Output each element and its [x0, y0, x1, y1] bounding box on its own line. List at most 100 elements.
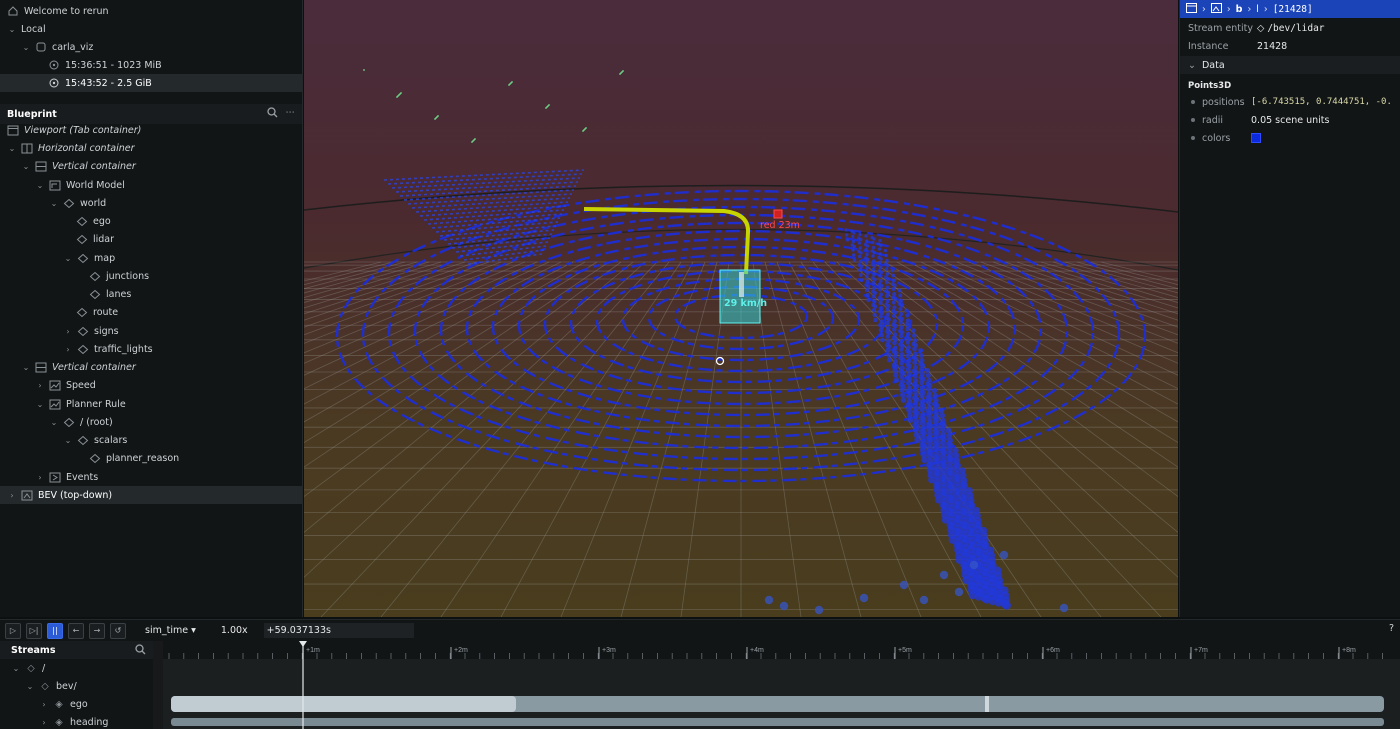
- streams-panel: Streams ⌄ ◇ / ⌄ ◇ bev/ › ◈ ego › ◈ headi…: [0, 641, 153, 729]
- chevron-right-icon[interactable]: ›: [35, 381, 45, 390]
- selection-panel: › › b › l › [21428] Stream entity ◇ /bev…: [1179, 0, 1400, 617]
- chevron-down-icon[interactable]: ⌄: [21, 162, 31, 171]
- blueprint-item-route[interactable]: route: [0, 303, 302, 321]
- search-icon[interactable]: [266, 107, 278, 121]
- blueprint-item-viewport-tab-container[interactable]: Viewport (Tab container): [0, 121, 302, 139]
- timeline-area[interactable]: +1m +2m +3m +4m +5m +6m +7m +8m: [153, 641, 1400, 729]
- blueprint-item-label: scalars: [94, 434, 128, 446]
- lidar-point: [885, 307, 890, 312]
- blueprint-item-ego[interactable]: ego: [0, 212, 302, 230]
- blueprint-item-events[interactable]: › Events: [0, 468, 302, 486]
- chevron-right-icon[interactable]: ›: [35, 473, 45, 482]
- welcome-item[interactable]: Welcome to rerun: [0, 2, 302, 20]
- breadcrumb-bev[interactable]: b: [1236, 4, 1243, 15]
- chevron-right-icon[interactable]: ›: [39, 700, 49, 709]
- lidar-point: [878, 314, 883, 319]
- breadcrumb-instance[interactable]: [21428]: [1273, 4, 1313, 15]
- blueprint-item-traffic-lights[interactable]: › traffic_lights: [0, 340, 302, 358]
- breadcrumb-lidar[interactable]: l: [1256, 4, 1259, 15]
- blueprint-item-lidar[interactable]: lidar: [0, 230, 302, 248]
- lidar-point: [872, 264, 877, 268]
- blueprint-item-planner-rule[interactable]: ⌄ Planner Rule: [0, 395, 302, 413]
- lidar-point: [857, 241, 862, 245]
- lidar-point: [892, 296, 898, 302]
- blueprint-item-planner-reason[interactable]: planner_reason: [0, 449, 302, 467]
- component-colors[interactable]: colors: [1188, 129, 1400, 147]
- component-positions[interactable]: positions [-6.743515, 0.7444751, -0.: [1188, 93, 1400, 111]
- play-button[interactable]: ▷: [5, 622, 21, 639]
- grid-line: [620, 261, 718, 617]
- view2d-icon[interactable]: [1210, 2, 1222, 16]
- local-group[interactable]: ⌄ Local: [0, 20, 302, 38]
- blueprint-item-scalars[interactable]: ⌄ scalars: [0, 431, 302, 449]
- window-icon[interactable]: [1186, 2, 1197, 16]
- chevron-down-icon[interactable]: ⌄: [25, 682, 35, 691]
- current-time-field[interactable]: +59.037133s: [263, 623, 414, 638]
- step-play-button[interactable]: ▷|: [26, 622, 42, 639]
- step-back-button[interactable]: ←: [68, 622, 84, 639]
- chevron-down-icon[interactable]: ⌄: [63, 436, 73, 445]
- app-group[interactable]: ⌄ carla_viz: [0, 38, 302, 56]
- lidar-point: [858, 268, 862, 272]
- blueprint-item-lanes[interactable]: lanes: [0, 285, 302, 303]
- chevron-down-icon[interactable]: ⌄: [49, 199, 59, 208]
- step-forward-button[interactable]: →: [89, 622, 105, 639]
- chevron-down-icon[interactable]: ⌄: [21, 43, 31, 52]
- stream-row-bev[interactable]: ⌄ ◇ bev/: [0, 677, 153, 695]
- recording-item-selected[interactable]: 15:43:52 - 2.5 GiB: [0, 74, 302, 92]
- chevron-right-icon[interactable]: ›: [7, 491, 17, 500]
- blueprint-item-vertical-container[interactable]: ⌄ Vertical container: [0, 358, 302, 376]
- lidar-point: [898, 293, 903, 298]
- chevron-down-icon[interactable]: ⌄: [35, 400, 45, 409]
- chevron-right-icon[interactable]: ›: [39, 718, 49, 727]
- pause-button[interactable]: ||: [47, 622, 63, 639]
- blueprint-item-world[interactable]: ⌄ world: [0, 194, 302, 212]
- search-icon[interactable]: [135, 644, 146, 658]
- data-section-header[interactable]: ⌄ Data: [1180, 56, 1400, 74]
- database-icon: [35, 41, 47, 53]
- timeseries-icon: [49, 379, 61, 391]
- 3d-viewport[interactable]: 29 km/h red 23m: [304, 0, 1178, 617]
- recording-item[interactable]: 15:36:51 - 1023 MiB: [0, 56, 302, 74]
- timeline-select[interactable]: sim_time ▾: [145, 625, 196, 636]
- stream-row-heading[interactable]: › ◈ heading: [0, 713, 153, 729]
- stream-row-ego[interactable]: › ◈ ego: [0, 695, 153, 713]
- instance-row: Instance 21428: [1188, 37, 1398, 55]
- blueprint-item-speed[interactable]: › Speed: [0, 376, 302, 394]
- stream-row-root[interactable]: ⌄ ◇ /: [0, 659, 153, 677]
- blueprint-item-root[interactable]: ⌄ / (root): [0, 413, 302, 431]
- more-icon[interactable]: ⋯: [286, 107, 296, 121]
- lidar-point: [845, 238, 850, 242]
- lidar-point: [918, 348, 923, 353]
- chevron-down-icon[interactable]: ⌄: [1188, 60, 1196, 71]
- playback-speed[interactable]: 1.00x: [221, 625, 248, 636]
- loop-button[interactable]: ↺: [110, 622, 126, 639]
- chevron-down-icon[interactable]: ⌄: [63, 254, 73, 263]
- lidar-point: [939, 412, 946, 419]
- help-button[interactable]: ?: [1389, 623, 1394, 634]
- lidar-point: [865, 244, 870, 248]
- chevron-down-icon[interactable]: ⌄: [7, 144, 17, 153]
- stream-entity-value[interactable]: /bev/lidar: [1267, 23, 1324, 34]
- entity-icon: [89, 452, 101, 464]
- blueprint-item-world-model[interactable]: ⌄ World Model: [0, 176, 302, 194]
- lidar-point: [871, 254, 875, 258]
- blueprint-item-signs[interactable]: › signs: [0, 322, 302, 340]
- chevron-down-icon[interactable]: ⌄: [21, 363, 31, 372]
- speed-label: 29 km/h: [724, 298, 767, 309]
- chevron-right-icon[interactable]: ›: [63, 327, 73, 336]
- chevron-right-icon[interactable]: ›: [63, 345, 73, 354]
- blueprint-item-vertical-container[interactable]: ⌄ Vertical container: [0, 157, 302, 175]
- chevron-down-icon[interactable]: ⌄: [11, 664, 21, 673]
- chevron-down-icon[interactable]: ⌄: [35, 181, 45, 190]
- component-name: radii: [1202, 114, 1224, 126]
- timeline-canvas[interactable]: +1m +2m +3m +4m +5m +6m +7m +8m: [153, 641, 1400, 729]
- lidar-point: [878, 279, 883, 283]
- component-radii[interactable]: radii 0.05 scene units: [1188, 111, 1400, 129]
- blueprint-item-bev-top-down[interactable]: › BEV (top-down): [0, 486, 302, 504]
- chevron-down-icon[interactable]: ⌄: [7, 25, 17, 34]
- blueprint-item-junctions[interactable]: junctions: [0, 267, 302, 285]
- blueprint-item-map[interactable]: ⌄ map: [0, 249, 302, 267]
- blueprint-item-horizontal-container[interactable]: ⌄ Horizontal container: [0, 139, 302, 157]
- chevron-down-icon[interactable]: ⌄: [49, 418, 59, 427]
